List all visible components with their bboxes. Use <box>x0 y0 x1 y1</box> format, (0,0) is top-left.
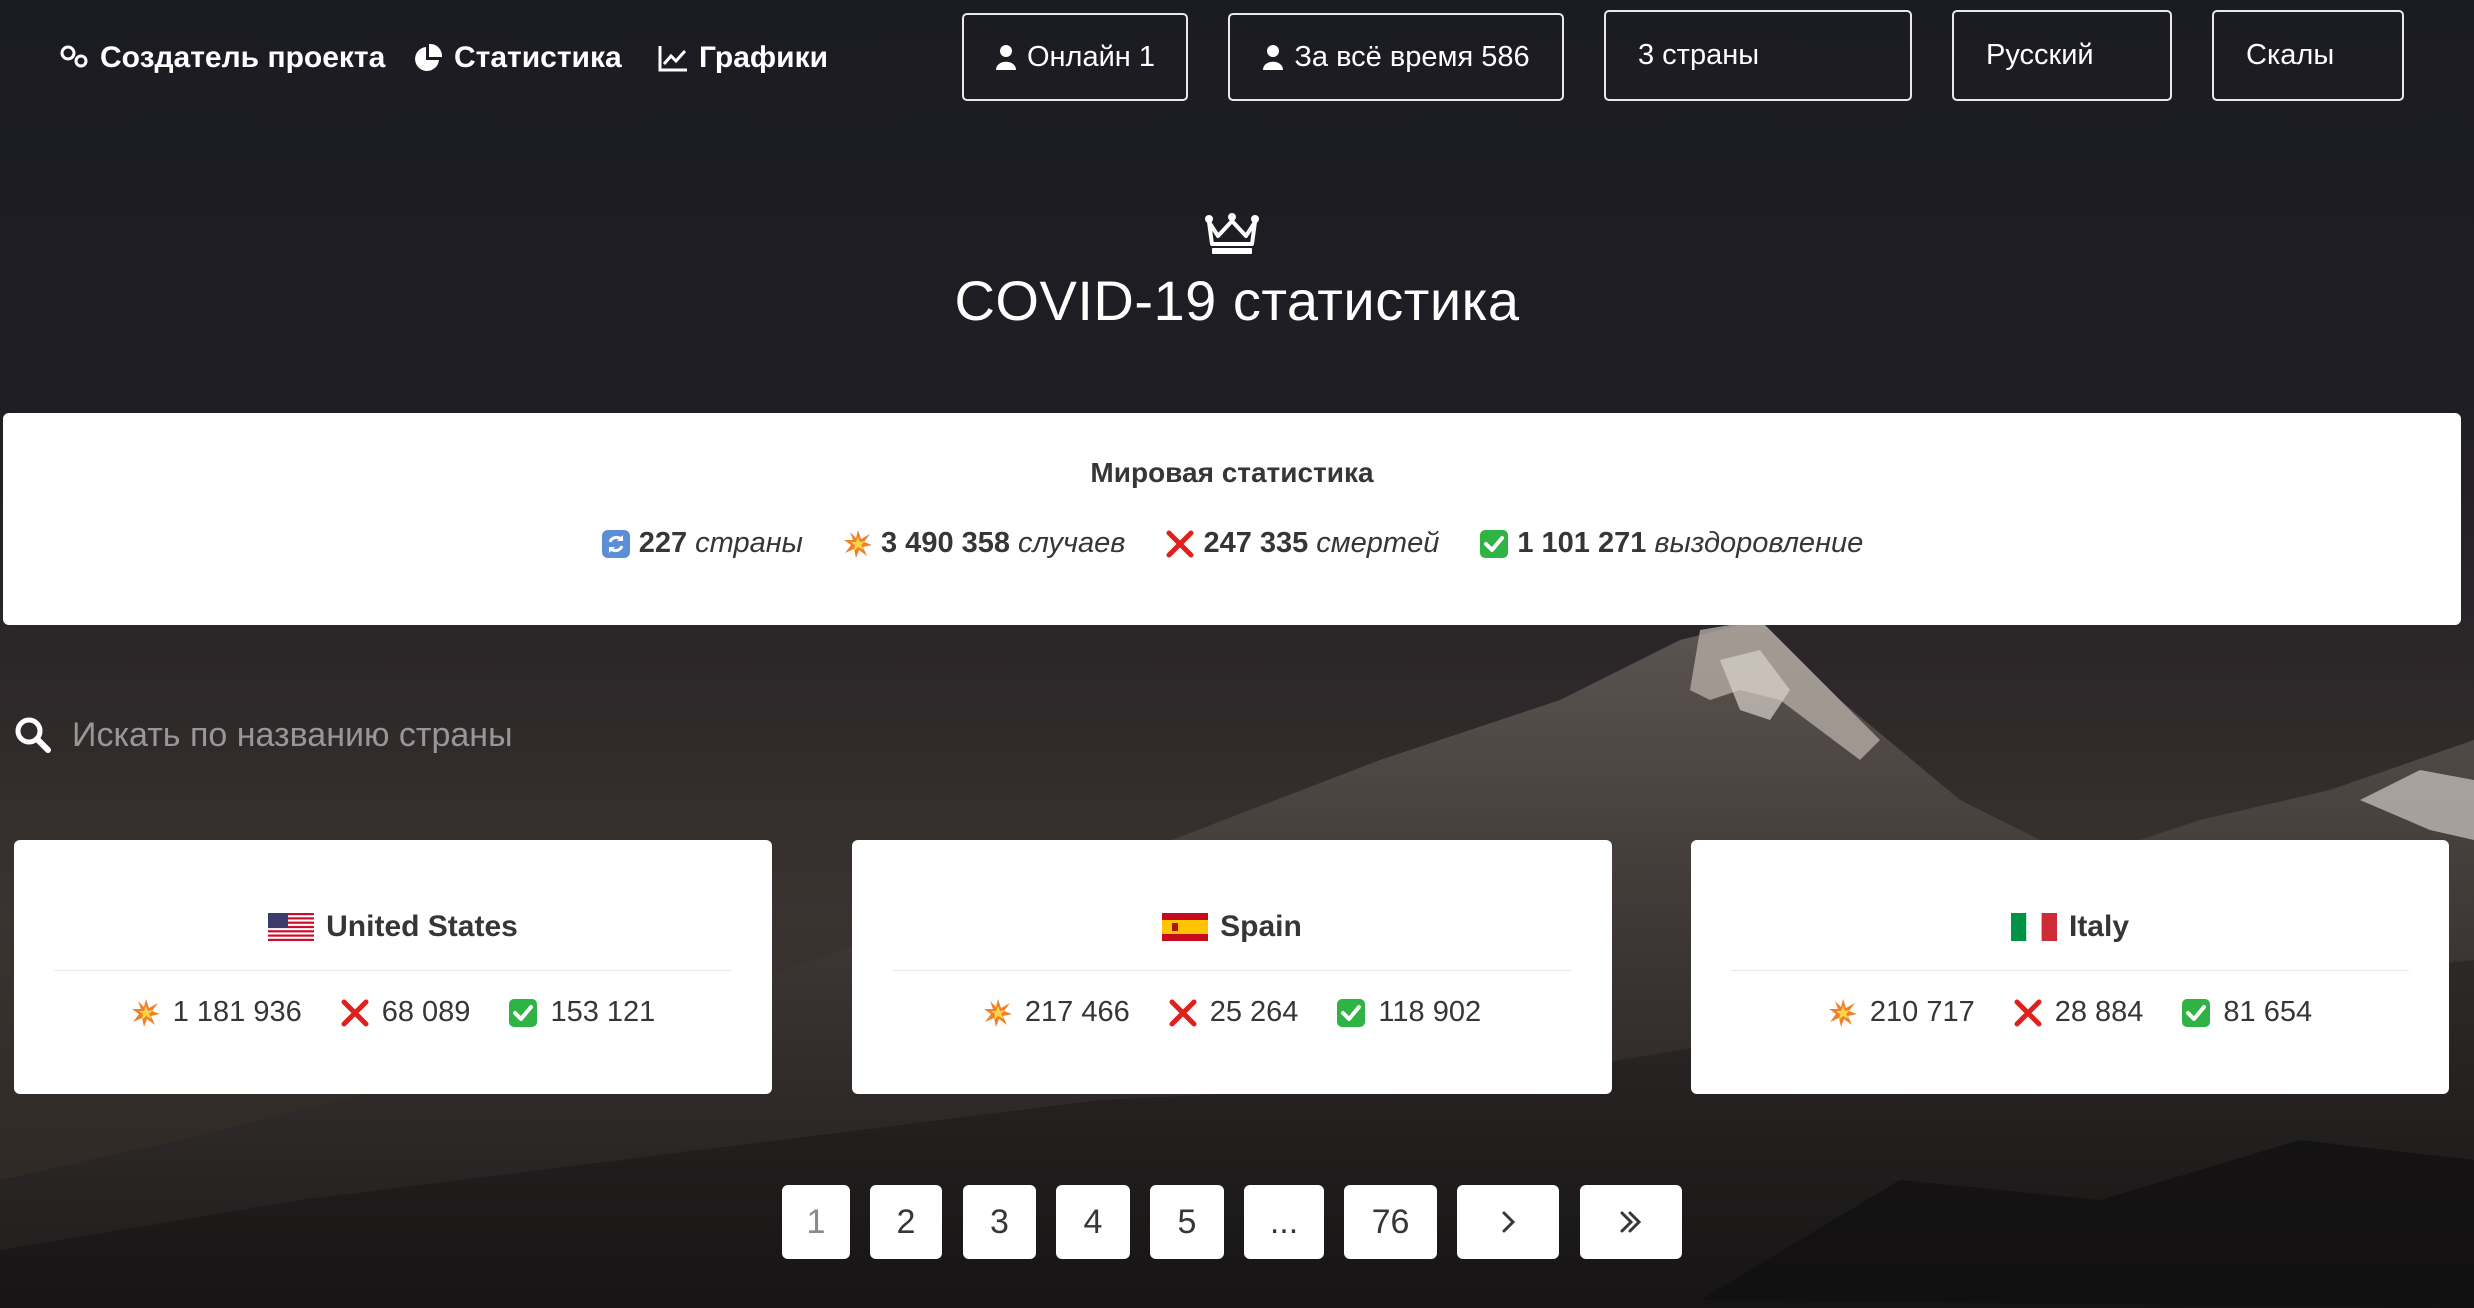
user-icon <box>1263 45 1284 70</box>
country-deaths: 28 884 <box>2054 996 2144 1028</box>
country-deaths: 25 264 <box>1209 996 1299 1028</box>
country-cases: 1 181 936 <box>172 996 302 1028</box>
world-countries-label: страны <box>695 527 803 559</box>
world-cases-stat: 3 490 358 случаев <box>843 527 1125 560</box>
page-ellipsis: ... <box>1244 1185 1324 1259</box>
user-icon <box>995 45 1016 70</box>
country-name: United States <box>326 910 518 943</box>
countries-per-page-select[interactable]: 3 страны <box>1604 10 1912 101</box>
pie-chart-icon <box>415 43 443 71</box>
explosion-icon <box>1828 998 1857 1027</box>
country-recovered: 153 121 <box>550 996 656 1028</box>
country-recovered: 118 902 <box>1378 996 1482 1028</box>
page-button-5[interactable]: 5 <box>1150 1185 1224 1259</box>
page-button-1[interactable]: 1 <box>782 1185 850 1259</box>
check-mark-icon <box>1480 529 1509 558</box>
nav-stats-label: Статистика <box>454 41 622 74</box>
line-chart-icon <box>658 46 687 72</box>
online-count: 1 <box>1138 40 1156 73</box>
refresh-icon <box>601 529 630 558</box>
search-input[interactable] <box>72 700 1272 770</box>
page-button-3[interactable]: 3 <box>963 1185 1036 1259</box>
cross-mark-icon <box>2014 999 2042 1026</box>
nav-creator-link[interactable]: Создатель проекта <box>58 38 385 78</box>
people-icon <box>60 45 88 68</box>
country-card-es[interactable]: Spain 217 466 25 264 118 902 <box>852 840 1612 1094</box>
cross-mark-icon <box>341 999 369 1026</box>
card-divider <box>1731 970 2409 971</box>
page-title: COVID-19 статистика <box>954 269 1520 332</box>
nav-stats-link[interactable]: Статистика <box>412 38 622 78</box>
country-card-us[interactable]: United States 1 181 936 68 089 153 121 <box>14 840 772 1094</box>
search-icon <box>15 717 51 753</box>
alltime-count: 586 <box>1481 40 1530 73</box>
country-name: Spain <box>1220 910 1302 943</box>
countries-select-value: 3 страны <box>1638 39 1760 71</box>
check-mark-icon <box>2182 998 2211 1027</box>
theme-select[interactable]: Скалы <box>2212 10 2404 101</box>
nav-charts-label: Графики <box>699 41 829 74</box>
alltime-label: За всё время <box>1294 40 1474 73</box>
card-divider <box>54 970 732 971</box>
world-deaths-value: 247 335 <box>1203 527 1309 559</box>
country-recovered: 81 654 <box>2223 996 2313 1028</box>
card-divider <box>892 970 1572 971</box>
es-flag-icon <box>1162 913 1209 941</box>
world-countries-stat: 227 страны <box>601 527 803 560</box>
page-button-4[interactable]: 4 <box>1056 1185 1130 1259</box>
page-button-last-number[interactable]: 76 <box>1344 1185 1437 1259</box>
mountain-background <box>0 620 2474 1308</box>
cross-mark-icon <box>1166 530 1194 557</box>
explosion-icon <box>131 998 160 1027</box>
world-deaths-stat: 247 335 смертей <box>1165 527 1439 560</box>
online-label: Онлайн <box>1026 40 1131 73</box>
country-cases: 210 717 <box>1869 996 1975 1028</box>
alltime-counter[interactable]: За всё время 586 <box>1228 13 1564 101</box>
world-recovered-stat: 1 101 271 выздоровление <box>1479 527 1863 560</box>
cross-mark-icon <box>1169 999 1197 1026</box>
chevron-right-icon <box>1502 1211 1516 1233</box>
page-button-2[interactable]: 2 <box>870 1185 942 1259</box>
check-mark-icon <box>1337 998 1366 1027</box>
country-deaths: 68 089 <box>381 996 471 1028</box>
world-deaths-label: смертей <box>1316 527 1440 559</box>
explosion-icon <box>983 998 1012 1027</box>
country-card-it[interactable]: Italy 210 717 28 884 81 654 <box>1691 840 2449 1094</box>
world-recovered-value: 1 101 271 <box>1517 527 1647 559</box>
double-chevron-right-icon <box>1620 1211 1642 1233</box>
world-countries-value: 227 <box>638 527 688 559</box>
nav-charts-link[interactable]: Графики <box>657 38 828 78</box>
world-recovered-label: выздоровление <box>1654 527 1864 559</box>
country-cases: 217 466 <box>1024 996 1130 1028</box>
world-stats-heading: Мировая статистика <box>1090 457 1374 488</box>
crown-icon <box>1205 213 1259 254</box>
world-cases-value: 3 490 358 <box>881 527 1011 559</box>
world-cases-label: случаев <box>1018 527 1126 559</box>
online-counter[interactable]: Онлайн 1 <box>962 13 1188 101</box>
last-page-button[interactable] <box>1580 1185 1682 1259</box>
us-flag-icon <box>268 913 315 941</box>
world-stats-panel: Мировая статистика 227 страны 3 490 358 … <box>3 413 2461 625</box>
nav-creator-label: Создатель проекта <box>100 41 386 74</box>
language-select[interactable]: Русский <box>1952 10 2172 101</box>
language-select-value: Русский <box>1986 39 2094 71</box>
check-mark-icon <box>509 998 538 1027</box>
explosion-icon <box>844 529 872 558</box>
country-name: Italy <box>2068 910 2130 943</box>
it-flag-icon <box>2010 913 2057 941</box>
theme-select-value: Скалы <box>2246 39 2335 71</box>
next-page-button[interactable] <box>1457 1185 1559 1259</box>
